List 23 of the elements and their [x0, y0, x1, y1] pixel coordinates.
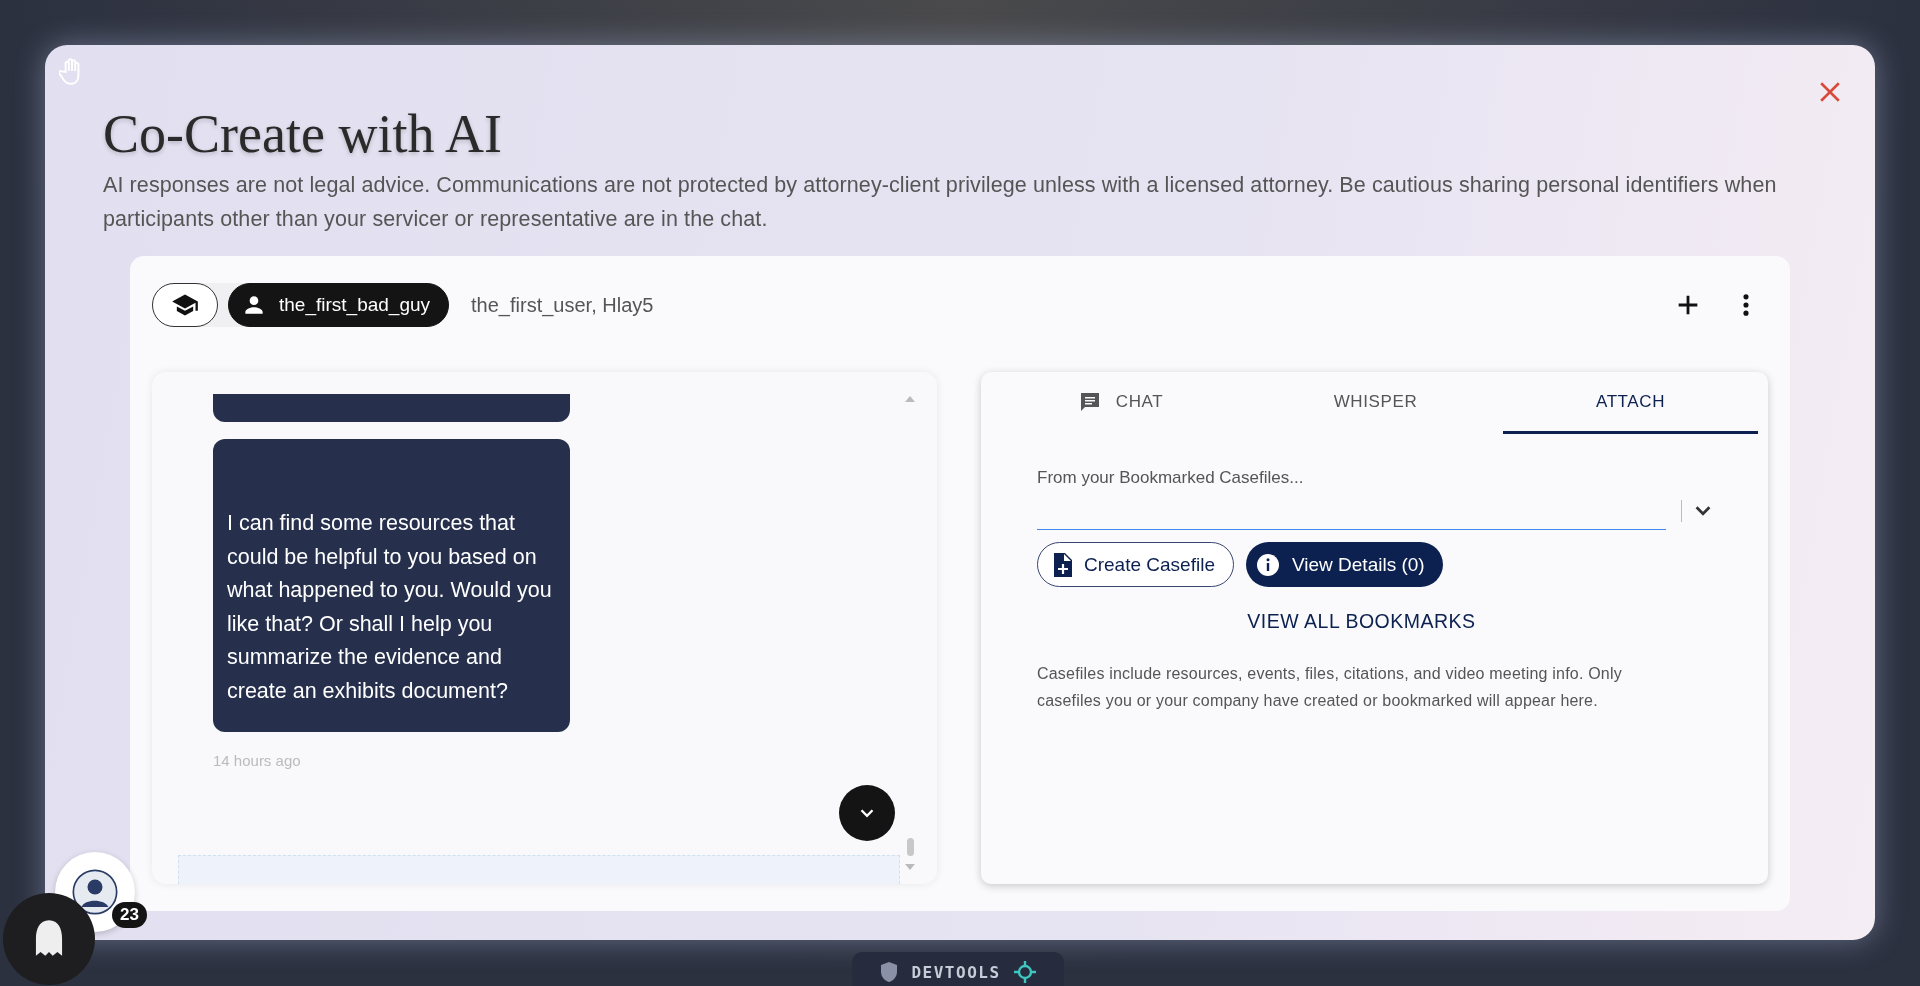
- casefiles-note: Casefiles include resources, events, files, citations, and video meeting info. Only casefiles you or your company have created or bookmarked will appear here.: [1037, 664, 1623, 712]
- scroll-thumb[interactable]: [906, 838, 914, 857]
- message-bubble: I can find some resources that could be helpful to you based on what happened to you. Would you like that? Or shall I help you summarize the evidence and create an exhibits document?: [213, 439, 570, 733]
- crosshair-icon[interactable]: [1012, 960, 1037, 984]
- view-all-bookmarks-link[interactable]: VIEW ALL BOOKMARKS: [1241, 609, 1482, 635]
- message-input[interactable]: [178, 855, 900, 885]
- modal-title: Co-Create with AI: [103, 105, 503, 165]
- tab[interactable]: WHISPER: [1248, 372, 1503, 435]
- mode-toggle[interactable]: [152, 283, 218, 328]
- notification-count: 23: [112, 902, 147, 928]
- file-add-icon: [1052, 552, 1072, 577]
- participants-text: the_first_user, Hlay5: [471, 293, 654, 317]
- user-chip[interactable]: the_first_bad_guy: [228, 283, 450, 328]
- tab[interactable]: ATTACH: [1503, 372, 1758, 435]
- message-time: 14 hours ago: [213, 752, 301, 770]
- casefile-select[interactable]: From your Bookmarked Casefiles...: [1037, 464, 1666, 531]
- devtools-bar[interactable]: DEVTOOLS: [852, 952, 1064, 986]
- info-icon: [1255, 552, 1280, 577]
- shield-icon: [879, 961, 900, 983]
- create-casefile-button[interactable]: Create Casefile: [1037, 542, 1234, 588]
- disclaimer-text: AI responses are not legal advice. Communications are not protected by attorney-client privilege unless with a licensed attorney. Be cautious sharing personal identifiers when participants other than your servicer or representative are in the chat.: [103, 172, 1778, 234]
- view-details-button[interactable]: View Details (0): [1245, 542, 1443, 588]
- tab[interactable]: CHAT: [993, 372, 1248, 435]
